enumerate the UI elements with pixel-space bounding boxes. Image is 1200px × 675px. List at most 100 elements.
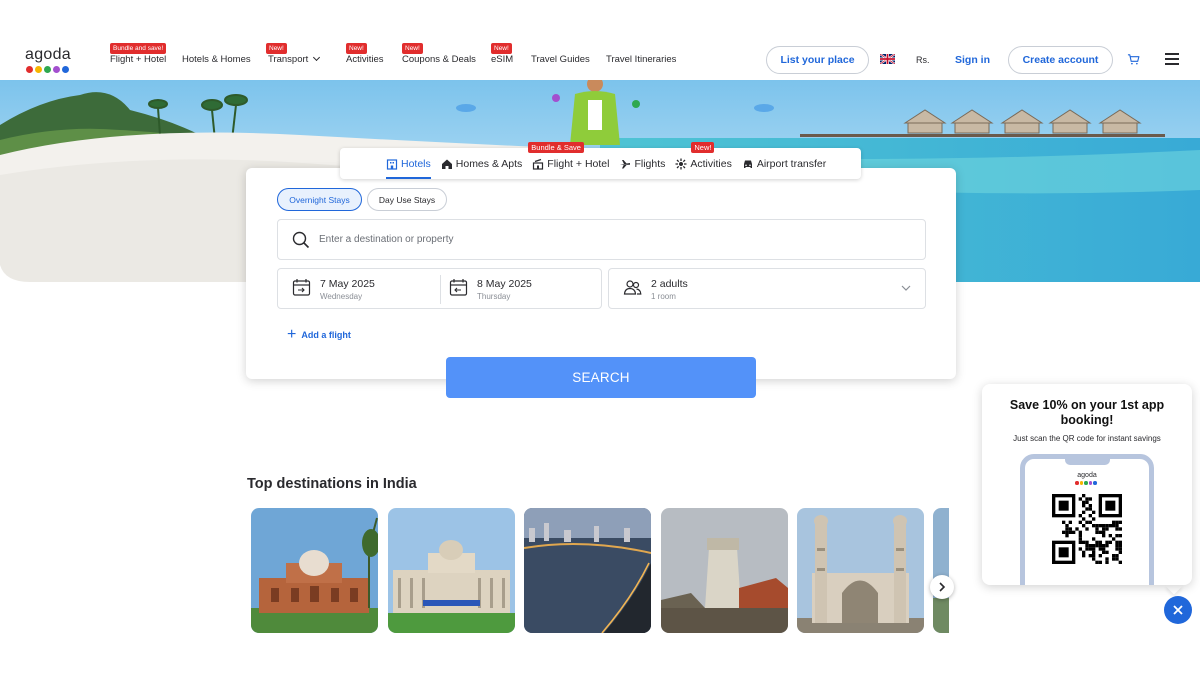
destination-card-charminar[interactable] <box>797 508 924 633</box>
tab-airport-transfer[interactable]: Airport transfer <box>742 148 826 179</box>
nav-coupons-deals[interactable]: Coupons & Deals <box>402 54 476 65</box>
menu-line <box>1165 63 1179 65</box>
menu-line <box>1165 53 1179 55</box>
home-icon <box>441 159 452 169</box>
destination-carousel <box>251 508 949 633</box>
chevron-right-icon <box>939 582 946 592</box>
nav-transport[interactable]: Transport <box>268 53 321 65</box>
overnight-stays-toggle[interactable]: Overnight Stays <box>277 188 362 211</box>
close-promo-button[interactable] <box>1164 596 1192 624</box>
adults-count: 2 adults <box>651 278 688 290</box>
destination-field[interactable] <box>277 219 926 260</box>
logo-dot <box>1093 481 1097 485</box>
chevron-down-icon <box>901 285 911 291</box>
nav-badge-new: New! <box>266 43 287 54</box>
nav-activities[interactable]: Activities <box>346 54 383 65</box>
tab-activities-label: Activities <box>690 157 732 170</box>
search-icon <box>292 231 310 248</box>
qr-code[interactable] <box>1052 494 1122 564</box>
plus-icon: + <box>287 326 297 343</box>
plane-icon <box>620 159 631 168</box>
destination-card-marine-drive[interactable] <box>524 508 651 633</box>
destination-card-vidhana-soudha[interactable] <box>388 508 515 633</box>
search-button[interactable]: SEARCH <box>446 357 756 398</box>
hamburger-menu-icon[interactable] <box>1165 53 1179 65</box>
tab-hotels[interactable]: Hotels <box>386 148 431 179</box>
add-flight-button[interactable]: + Add a flight <box>287 326 351 343</box>
checkin-date: 7 May 2025 <box>320 278 375 290</box>
day-use-stays-toggle[interactable]: Day Use Stays <box>367 188 447 211</box>
top-destinations-title: Top destinations in India <box>247 476 417 492</box>
date-range-field[interactable]: 7 May 2025 Wednesday 8 May 2025 Thursday <box>277 268 602 309</box>
nav-travel-guides[interactable]: Travel Guides <box>531 54 590 65</box>
logo-dot <box>26 66 33 73</box>
destination-card-humayun-tomb[interactable] <box>251 508 378 633</box>
tab-flight-hotel-label: Flight + Hotel <box>547 157 610 170</box>
flight-hotel-icon <box>533 158 544 170</box>
cart-icon[interactable] <box>1127 53 1140 66</box>
logo-dots <box>26 66 71 73</box>
product-tabs: Hotels Homes & Apts Bundle & Save Flight… <box>340 142 861 179</box>
create-account-button[interactable]: Create account <box>1008 46 1113 74</box>
tab-flight-hotel[interactable]: Bundle & Save Flight + Hotel <box>528 142 610 179</box>
logo-text: agoda <box>25 46 71 63</box>
tab-badge-new: New! <box>691 142 715 153</box>
logo-dot <box>1088 481 1092 485</box>
top-header: agoda Bundle and save! New! New! New! Ne… <box>0 0 1200 80</box>
logo-dot <box>1075 481 1079 485</box>
logo-dot <box>35 66 42 73</box>
nav-hotels-homes[interactable]: Hotels & Homes <box>182 54 251 65</box>
phone-logo: agoda <box>1077 472 1097 479</box>
sign-in-link[interactable]: Sign in <box>955 54 990 66</box>
chevron-down-icon <box>313 53 321 62</box>
tab-homes-apts[interactable]: Homes & Apts <box>441 148 523 179</box>
phone-mockup: agoda <box>1020 454 1154 585</box>
checkin-day: Wednesday <box>320 292 363 301</box>
nav-travel-itineraries[interactable]: Travel Itineraries <box>606 54 676 65</box>
uk-flag-icon[interactable] <box>880 54 895 64</box>
tab-flights[interactable]: Flights <box>619 148 665 179</box>
checkout-field[interactable]: 8 May 2025 Thursday <box>449 278 532 301</box>
calendar-checkout-icon <box>449 279 468 296</box>
nav-badge-new: New! <box>491 43 512 54</box>
tab-activities[interactable]: New! Activities <box>675 142 732 179</box>
nav-esim[interactable]: eSIM <box>491 54 513 65</box>
hotel-icon <box>386 158 398 170</box>
search-panel: Overnight Stays Day Use Stays 7 May 2025… <box>246 168 956 379</box>
add-flight-label: Add a flight <box>301 330 351 340</box>
logo-dot <box>62 66 69 73</box>
logo-dot <box>53 66 60 73</box>
carousel-next-button[interactable] <box>930 575 954 599</box>
phone-logo-dots <box>1075 481 1097 485</box>
nav-badge-new: New! <box>346 43 367 54</box>
agoda-logo[interactable]: agoda <box>25 47 71 73</box>
occupancy-display: 2 adults 1 room <box>623 278 688 301</box>
tab-homes-apts-label: Homes & Apts <box>455 157 523 170</box>
currency-selector[interactable]: Rs. <box>916 55 930 65</box>
car-icon <box>743 160 752 168</box>
close-icon <box>1173 605 1183 615</box>
phone-notch <box>1065 458 1110 465</box>
list-your-place-button[interactable]: List your place <box>766 46 869 74</box>
logo-dot <box>1084 481 1088 485</box>
guests-icon <box>623 280 642 295</box>
nav-badge-new: New! <box>402 43 423 54</box>
checkout-date: 8 May 2025 <box>477 278 532 290</box>
destination-input[interactable] <box>319 234 879 245</box>
nav-flight-hotel[interactable]: Flight + Hotel <box>110 54 166 65</box>
promo-title: Save 10% on your 1st app booking! <box>1009 398 1165 427</box>
date-divider <box>440 275 441 304</box>
checkin-field[interactable]: 7 May 2025 Wednesday <box>292 278 375 301</box>
menu-line <box>1165 58 1179 60</box>
app-promo-popup: Save 10% on your 1st app booking! Just s… <box>982 384 1192 585</box>
occupancy-field[interactable]: 2 adults 1 room <box>608 268 926 309</box>
tab-airport-transfer-label: Airport transfer <box>756 157 827 170</box>
destination-card-partial[interactable] <box>933 508 949 633</box>
activities-icon <box>675 158 687 169</box>
checkout-day: Thursday <box>477 292 511 301</box>
logo-dot <box>44 66 51 73</box>
rooms-count: 1 room <box>651 292 676 301</box>
calendar-checkin-icon <box>292 279 311 296</box>
tab-hotels-label: Hotels <box>401 157 431 170</box>
destination-card-aguada-fort[interactable] <box>661 508 788 633</box>
